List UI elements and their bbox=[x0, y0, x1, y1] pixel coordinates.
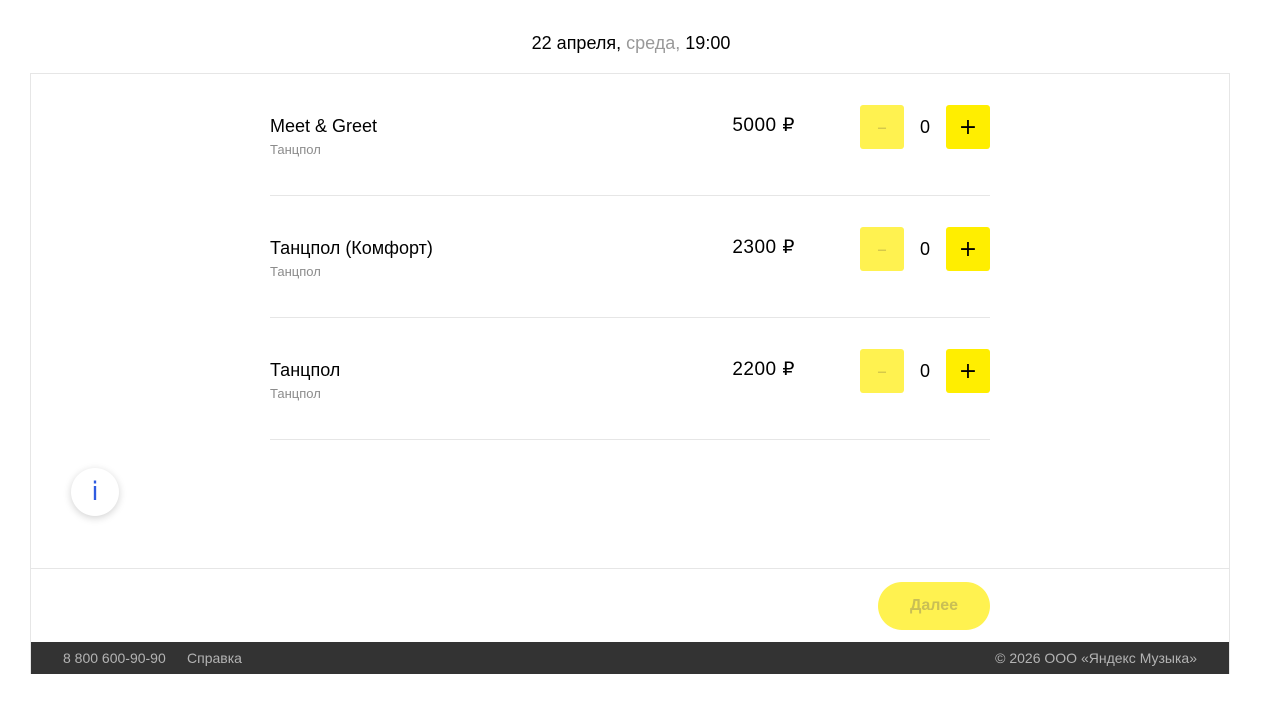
ticket-sector: Танцпол bbox=[270, 142, 321, 157]
ticket-selection-card: Meet & Greet Танцпол 5000 ₽ – 0 + Танцпо… bbox=[30, 73, 1230, 674]
decrease-button[interactable]: – bbox=[860, 105, 904, 149]
quantity-stepper: – 0 + bbox=[860, 105, 990, 149]
event-date: 22 апреля, bbox=[531, 33, 622, 53]
ticket-row: Танцпол (Комфорт) Танцпол 2300 ₽ – 0 + bbox=[270, 196, 990, 318]
next-button[interactable]: Далее bbox=[878, 582, 990, 630]
ticket-sector: Танцпол bbox=[270, 264, 321, 279]
ticket-name: Танцпол (Комфорт) bbox=[270, 238, 433, 258]
footer-copyright: © 2026 ООО «Яндекс Музыка» bbox=[995, 650, 1197, 666]
ticket-row: Meet & Greet Танцпол 5000 ₽ – 0 + bbox=[270, 74, 990, 196]
decrease-button[interactable]: – bbox=[860, 349, 904, 393]
quantity-value: 0 bbox=[919, 117, 930, 137]
info-icon: i bbox=[91, 477, 99, 507]
increase-button[interactable]: + bbox=[946, 227, 990, 271]
decrease-button[interactable]: – bbox=[860, 227, 904, 271]
ticket-row: Танцпол Танцпол 2200 ₽ – 0 + bbox=[270, 318, 990, 440]
increase-button[interactable]: + bbox=[946, 349, 990, 393]
ticket-name: Танцпол bbox=[270, 360, 341, 380]
quantity-value: 0 bbox=[919, 361, 930, 381]
divider bbox=[31, 568, 1229, 569]
footer-help-link[interactable]: Справка bbox=[187, 642, 242, 674]
footer-phone-link[interactable]: 8 800 600-90-90 bbox=[63, 642, 166, 674]
ticket-price: 2200 ₽ bbox=[732, 359, 795, 380]
event-weekday: среда, bbox=[626, 33, 681, 53]
footer: 8 800 600-90-90 Справка © 2026 ООО «Янде… bbox=[31, 642, 1229, 674]
ticket-price: 2300 ₽ bbox=[732, 237, 795, 258]
ticket-name: Meet & Greet bbox=[270, 116, 378, 136]
quantity-value: 0 bbox=[919, 239, 930, 259]
event-date-header: 22 апреля, среда, 19:00 bbox=[0, 32, 1262, 54]
increase-button[interactable]: + bbox=[946, 105, 990, 149]
quantity-stepper: – 0 + bbox=[860, 227, 990, 271]
quantity-stepper: – 0 + bbox=[860, 349, 990, 393]
ticket-list: Meet & Greet Танцпол 5000 ₽ – 0 + Танцпо… bbox=[270, 74, 990, 440]
event-time: 19:00 bbox=[685, 33, 731, 53]
ticket-price: 5000 ₽ bbox=[732, 115, 795, 136]
ticket-sector: Танцпол bbox=[270, 386, 321, 401]
info-button[interactable]: i bbox=[71, 468, 119, 516]
